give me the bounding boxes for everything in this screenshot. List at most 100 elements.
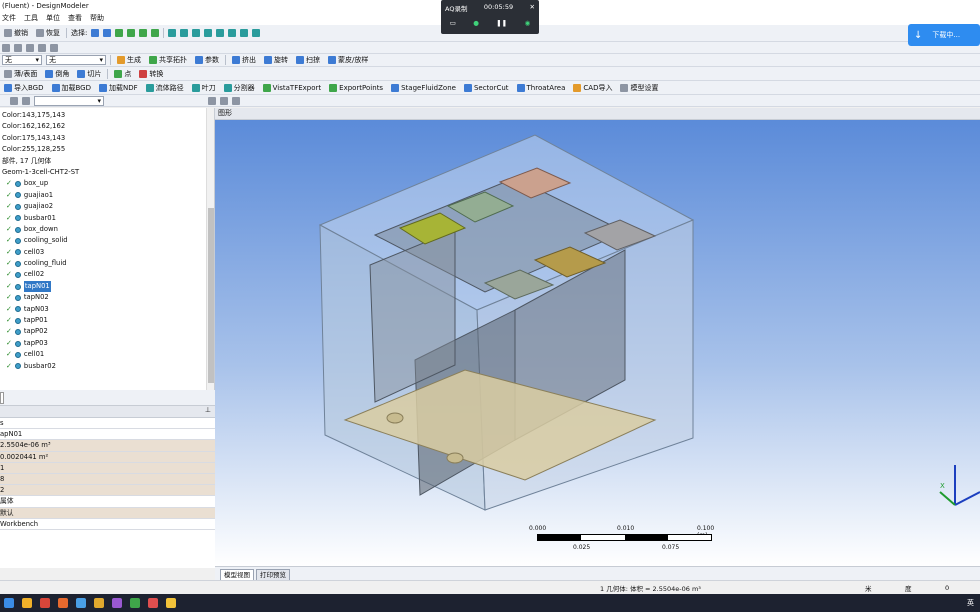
tree-item[interactable]: ✓ cell01 [2,349,214,360]
chamfer-button[interactable]: 切片 [75,69,103,79]
record-icon[interactable]: ● [473,19,479,27]
select-edge-icon[interactable] [127,29,136,37]
mic-icon[interactable]: ◉ [525,19,531,27]
app-icon[interactable] [130,598,140,608]
select-mode-icon[interactable] [91,29,100,37]
plane-combo[interactable]: 无 ▾ [2,55,42,65]
display-mode-icon[interactable] [10,96,18,105]
blend-button[interactable]: 倒角 [43,69,71,79]
details-row[interactable]: 1 [0,462,215,474]
tree-item[interactable]: Color:143,175,143 [2,110,214,121]
tree-item[interactable]: Geom-1-3cell-CHT2-ST [2,167,214,178]
menu-help[interactable]: 帮助 [90,13,104,23]
export-points-button[interactable]: ExportPoints [327,83,385,92]
tree-item[interactable]: ✓ cell03 [2,247,214,258]
share-topology-button[interactable]: 共享拓扑 [147,55,189,65]
tree-item[interactable]: Color:162,162,162 [2,121,214,132]
edge-color-icon[interactable] [22,96,30,105]
convert-button[interactable]: 转换 [137,69,165,79]
download-notification[interactable]: ↓ 下载中... [908,24,980,46]
language-indicator[interactable]: 英 [967,598,974,608]
throat-area-button[interactable]: ThroatArea [515,83,568,92]
tree-item[interactable]: ✓ guajiao1 [2,190,214,201]
select-face-icon[interactable] [139,29,148,37]
details-row[interactable]: 属体 [0,496,215,508]
select-point-icon[interactable] [115,29,124,37]
tree-item[interactable]: ✓ guajiao2 [2,201,214,212]
pause-icon[interactable]: ❚❚ [496,19,507,27]
menu-tools[interactable]: 工具 [24,13,38,23]
display-combo[interactable]: ▾ [34,95,104,106]
menu-units[interactable]: 单位 [46,13,60,23]
import-bgd-button[interactable]: 导入BGD [2,83,46,93]
cad-import-button[interactable]: CAD导入 [571,83,614,93]
tree-item[interactable]: ✓ busbar01 [2,213,214,224]
extrude-button[interactable]: 挤出 [230,55,258,65]
sketch-icon[interactable] [14,43,22,52]
model-setup-button[interactable]: 模型设置 [618,83,660,93]
tree-item[interactable]: ✓ tapP01 [2,315,214,326]
generate-button[interactable]: 生成 [115,55,143,65]
app-icon[interactable] [58,598,68,608]
tree-item[interactable]: ✓ cell02 [2,269,214,280]
next-view-icon[interactable] [252,29,261,37]
app-icon[interactable] [112,598,122,608]
redo-button[interactable]: 恢复 [34,28,62,38]
tree-item[interactable]: ✓ tapN01 [2,280,214,293]
browser-icon[interactable] [40,598,50,608]
new-sketch-icon[interactable] [38,43,46,52]
app-icon[interactable] [94,598,104,608]
details-row[interactable]: Workbench [0,519,215,530]
details-row[interactable]: 2.5504e-06 m³ [0,440,215,452]
details-row[interactable]: 8 [0,473,215,486]
previous-view-icon[interactable] [240,29,249,37]
details-row[interactable]: 0.0020441 m² [0,451,215,463]
point-button[interactable]: 点 [112,69,133,79]
parameters-button[interactable]: 参数 [193,55,221,65]
details-row[interactable]: s [0,418,215,430]
revolve-button[interactable]: 旋转 [262,55,290,65]
flow-path-button[interactable]: 流体路径 [144,83,186,93]
tree-item[interactable]: ✓ cooling_fluid [2,258,214,269]
tree-item[interactable]: ✓ cooling_solid [2,235,214,246]
brush-icon[interactable] [208,96,216,105]
recorder-app-icon[interactable] [166,598,176,608]
tree-item[interactable]: 部件, 17 几何体 [2,156,214,167]
ruler-icon[interactable] [232,96,240,105]
undo-button[interactable]: 撤销 [2,28,30,38]
tree-item[interactable]: ✓ tapN03 [2,304,214,315]
plane-icon[interactable] [2,43,10,52]
rotate-icon[interactable] [168,29,177,37]
sketch-combo[interactable]: 无 ▾ [46,55,106,65]
details-row[interactable]: apN01 [0,429,215,441]
tab-print-preview[interactable]: 打印预览 [256,569,290,580]
new-plane-icon[interactable] [26,43,34,52]
pan-icon[interactable] [180,29,189,37]
app-icon[interactable] [76,598,86,608]
select-filter-icon[interactable] [103,29,112,37]
tree-item[interactable]: ✓ tapN02 [2,292,214,303]
skin-loft-button[interactable]: 蒙皮/放样 [326,55,370,65]
tree-scrollbar[interactable] [206,108,214,390]
sweep-button[interactable]: 扫掠 [294,55,322,65]
tree-item[interactable]: ✓ box_up [2,178,214,189]
zoom-fit-icon[interactable] [216,29,225,37]
splitter-button[interactable]: 分割器 [222,83,257,93]
details-row[interactable]: 2 [0,485,215,497]
look-at-icon[interactable] [50,43,58,52]
load-bgd-button[interactable]: 加载BGD [50,83,94,93]
scroll-thumb[interactable] [208,208,214,383]
tree-item[interactable]: ✓ tapP02 [2,326,214,337]
pin-icon[interactable]: ⊥ [205,406,211,414]
windows-start-icon[interactable] [4,598,14,608]
tree-item[interactable]: ✓ box_down [2,224,214,235]
blade-button[interactable]: 叶刀 [190,83,218,93]
sector-cut-button[interactable]: SectorCut [462,83,511,92]
details-row[interactable]: 默认 [0,507,215,519]
menu-file[interactable]: 文件 [2,13,16,23]
folder-icon[interactable] [22,598,32,608]
tab-model-view[interactable]: 模型视图 [220,569,254,580]
pen-icon[interactable] [220,96,228,105]
tree-item[interactable]: ✓ busbar02 [2,361,214,372]
tree-item[interactable]: Color:255,128,255 [2,144,214,155]
